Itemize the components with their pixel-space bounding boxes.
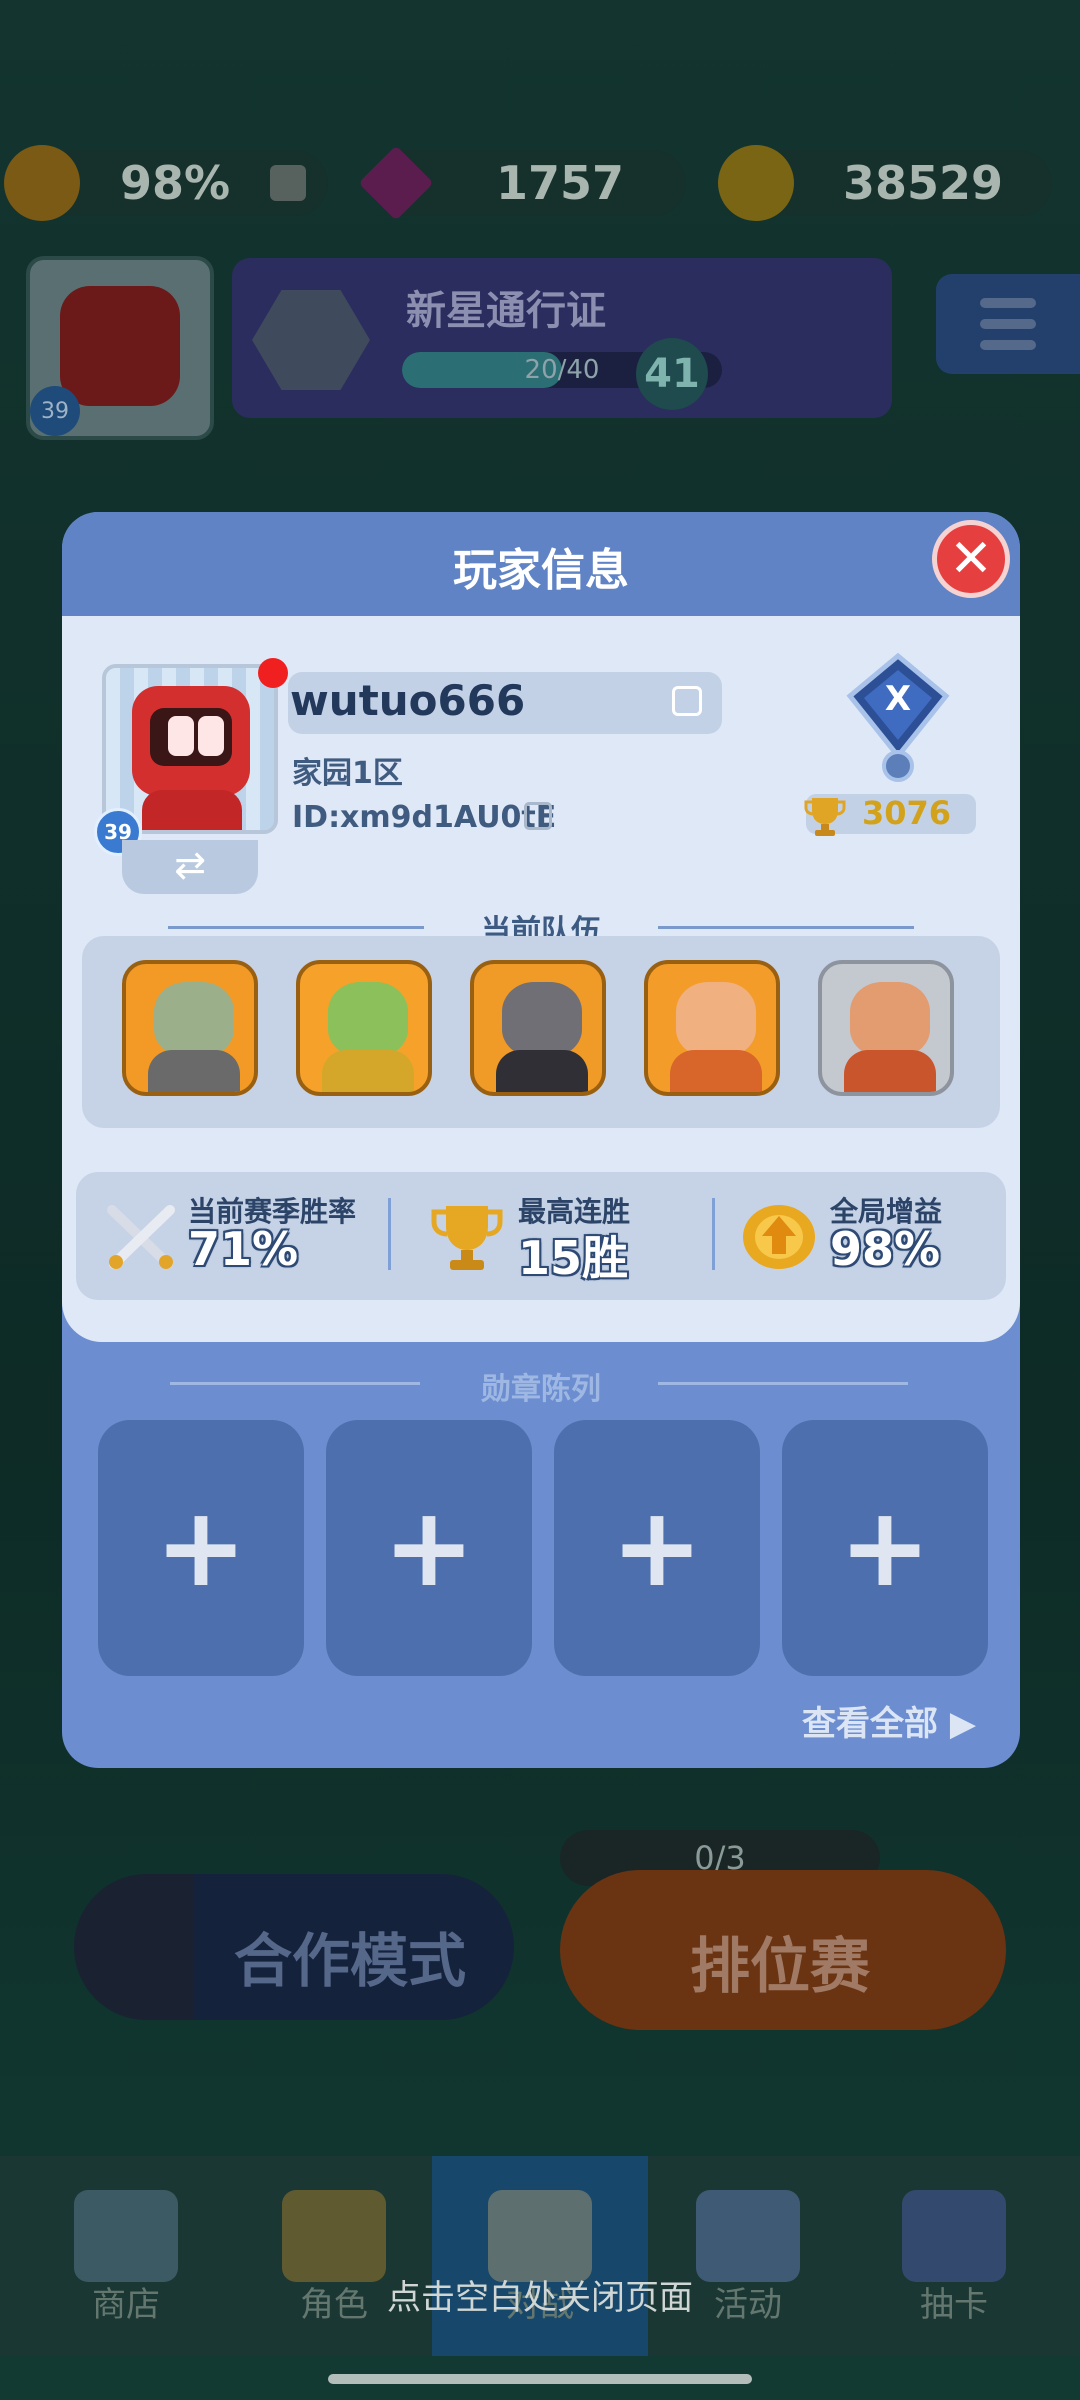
global-buff-counter: 98% [4,145,328,221]
tab-gacha[interactable]: 抽卡 [846,2156,1062,2356]
swap-avatar-button[interactable]: ⇄ [122,840,258,894]
battle-icon [488,2190,592,2282]
character-icon [282,2190,386,2282]
coin-icon [718,145,794,221]
win-rate-value: 71% [188,1222,299,1276]
plus-icon: + [610,1483,704,1611]
bottom-tab-bar: 商店 角色 对战 活动 抽卡 [0,2156,1080,2356]
medal-slot[interactable]: + [98,1420,304,1676]
plus-icon: + [154,1483,248,1611]
robot-avatar-icon [132,686,250,796]
tab-shop[interactable]: 商店 [18,2156,234,2356]
coins-counter: 38529 [718,145,1052,221]
home-avatar[interactable]: 39 [26,256,214,440]
gems-counter: 1757 [358,145,686,221]
global-buff-value: 98% [119,156,231,210]
avatar-face [60,286,180,406]
view-all-link[interactable]: 查看全部 ▶ [802,1696,976,1745]
rank-letter: X [885,679,911,719]
event-icon [696,2190,800,2282]
medals-section-title: 勋章陈列 [481,1372,601,1407]
bomber-hero[interactable] [122,960,258,1096]
buff-icon [4,145,80,221]
rank-badge-icon: X [846,652,950,782]
player-id: ID:xm9d1AU0tE [292,800,557,835]
close-hint-text: 点击空白处关闭页面 [387,2278,693,2318]
modal-header: 玩家信息 [62,512,1020,616]
plus-icon: + [838,1483,932,1611]
player-server: 家园1区 [292,756,403,791]
trophy-icon [431,1206,503,1270]
player-name: wutuo666 [290,676,526,725]
dark-knight-hero[interactable] [470,960,606,1096]
coins-value: 38529 [842,156,1004,210]
stats-panel: 当前赛季胜率 71% 最高连胜 15胜 全局增益 98% [76,1172,1006,1300]
ranked-mode-button[interactable]: 排位赛 [560,1870,1006,2030]
global-buff-stat-value: 98% [830,1222,941,1276]
edit-name-icon[interactable] [672,686,702,716]
tab-character[interactable]: 角色 [226,2156,442,2356]
home-avatar-level: 39 [30,386,80,436]
trophy-count: 3076 [862,794,952,832]
team-divider-right [658,926,914,929]
trophy-small-icon [804,798,846,836]
gacha-icon [902,2190,1006,2282]
medal-slot[interactable]: + [782,1420,988,1676]
player-info-modal: 玩家信息 39 ⇄ wutuo666 家园1区 ID:xm9d1AU0tE X [62,512,1020,1768]
warrior-king-hero[interactable] [644,960,780,1096]
stat-divider [712,1198,715,1270]
barbarian-hero[interactable] [818,960,954,1096]
medal-slot[interactable]: + [326,1420,532,1676]
player-avatar[interactable] [102,664,278,834]
gems-value: 1757 [495,156,625,210]
max-streak-value: 15胜 [518,1231,629,1285]
shop-icon [74,2190,178,2282]
info-icon[interactable] [270,165,306,201]
modal-title: 玩家信息 [453,545,629,596]
plus-icon: + [382,1483,476,1611]
tab-event[interactable]: 活动 [640,2156,856,2356]
medal-slot[interactable]: + [554,1420,760,1676]
goblin-king-hero[interactable] [296,960,432,1096]
pass-title: 新星通行证 [406,288,606,334]
menu-button[interactable] [936,274,1080,374]
swap-arrows-icon: ⇄ [174,843,206,887]
current-team [82,936,1000,1128]
close-icon: ✕ [949,529,993,589]
pass-level-badge: 41 [636,338,708,410]
notification-dot [258,658,288,688]
coop-mode-label: 合作模式 [234,1927,467,1995]
buff-icon [743,1205,815,1269]
copy-id-icon[interactable] [524,802,552,830]
home-indicator[interactable] [328,2374,752,2384]
tab-battle[interactable]: 对战 [432,2156,648,2356]
close-button[interactable]: ✕ [932,520,1010,598]
coop-mode-button[interactable]: 合作模式 [74,1874,514,2020]
stat-divider [388,1198,391,1270]
crossed-swords-icon [107,1205,175,1269]
ranked-mode-label: 排位赛 [690,1932,870,2002]
medals-divider-right [658,1382,908,1385]
